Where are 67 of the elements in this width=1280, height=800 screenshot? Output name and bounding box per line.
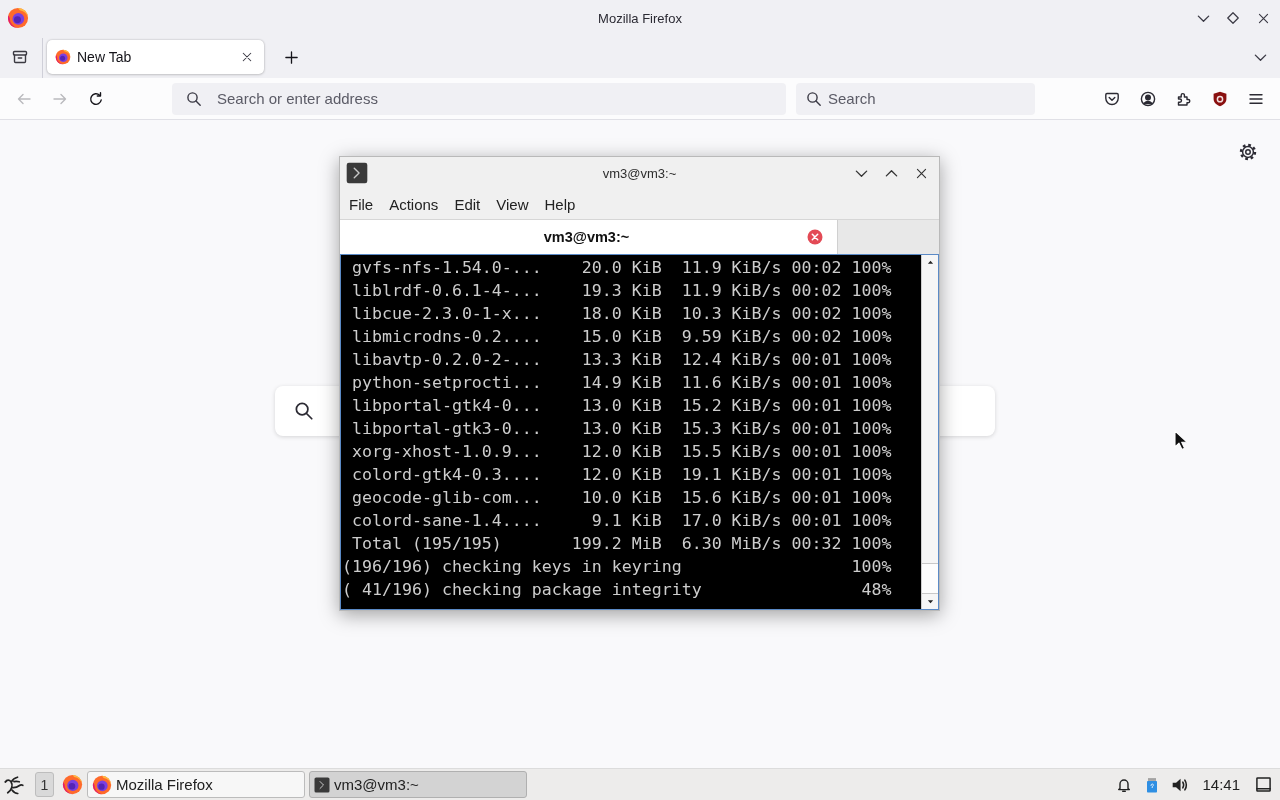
triangle-down-icon: [925, 598, 935, 605]
reload-icon: [88, 90, 104, 107]
bell-icon: [1116, 776, 1133, 793]
terminal-line: colord-gtk4-0.3.... 12.0 KiB 19.1 KiB/s 00:01 100%: [351, 464, 892, 486]
address-placeholder: Search or enter address: [217, 90, 378, 107]
terminal-line: libcue-2.3.0-1-x... 18.0 KiB 10.3 KiB/s 00:02 100%: [351, 303, 892, 325]
drawer-icon: [12, 49, 28, 65]
search-field[interactable]: Search: [796, 82, 1035, 115]
terminal-line: geocode-glib-com... 10.0 KiB 15.6 KiB/s 00:01 100%: [351, 487, 892, 509]
close-icon: [914, 166, 928, 180]
terminal-line: Total (195/195) 199.2 MiB 6.30 MiB/s 00:32 100%: [351, 533, 892, 555]
search-icon: [186, 90, 202, 107]
scrollbar[interactable]: [921, 255, 938, 609]
taskbar-window-button[interactable]: Mozilla Firefox: [87, 771, 305, 798]
search-icon: [806, 90, 822, 107]
search-icon: [294, 401, 314, 421]
terminal-icon: [346, 162, 368, 184]
terminal-line: xorg-xhost-1.0.9... 12.0 KiB 15.5 KiB/s 00:01 100%: [351, 441, 892, 463]
diamond-icon: [1226, 11, 1240, 25]
shield-chevron-icon: [1104, 90, 1120, 107]
browser-tab[interactable]: New Tab: [47, 40, 264, 74]
settings-icon: [1239, 143, 1257, 161]
terminal-tab-label: vm3@vm3:~: [542, 229, 631, 245]
terminal-line: ( 41/196) checking package integrity 48%: [342, 579, 892, 601]
close-icon: [241, 51, 253, 63]
tab-label: New Tab: [77, 49, 133, 65]
search-placeholder: Search: [828, 90, 876, 107]
window-title: Mozilla Firefox: [598, 10, 682, 26]
menu-item[interactable]: Actions: [381, 191, 447, 217]
terminal-line: libportal-gtk4-0... 13.0 KiB 15.2 KiB/s 00:01 100%: [351, 395, 892, 417]
account-icon: [1140, 90, 1156, 107]
menu-item[interactable]: View: [488, 191, 537, 217]
scroll-thumb[interactable]: [922, 563, 938, 594]
terminal-line: libportal-gtk3-0... 13.0 KiB 15.3 KiB/s 00:01 100%: [351, 418, 892, 440]
browser-launcher[interactable]: [61, 772, 83, 797]
bird-icon: [4, 774, 24, 795]
terminal-line: gvfs-nfs-1.54.0-... 20.0 KiB 11.9 KiB/s 00:02 100%: [351, 257, 892, 279]
browser-logo-icon: [55, 49, 71, 65]
terminal-line: libavtp-0.2.0-2-... 13.3 KiB 12.4 KiB/s 00:01 100%: [351, 349, 892, 371]
terminal-line: python-setprocti... 14.9 KiB 11.6 KiB/s 00:01 100%: [351, 372, 892, 394]
address-field[interactable]: Search or enter address: [172, 82, 786, 115]
terminal-title: vm3@vm3:~: [602, 165, 677, 181]
terminal-line: (196/196) checking keys in keyring 100%: [342, 556, 892, 578]
terminal-tab[interactable]: vm3@vm3:~: [340, 220, 838, 254]
plus-icon: [283, 49, 299, 65]
menu-item[interactable]: Help: [536, 191, 584, 217]
show-desktop-icon: [1254, 776, 1272, 793]
clock[interactable]: 14:41: [1199, 776, 1244, 793]
cursor-icon: [1174, 430, 1188, 450]
terminal-line: liblrdf-0.6.1-4-... 19.3 KiB 11.9 KiB/s 00:02 100%: [351, 280, 892, 302]
tab-close-button[interactable]: [807, 229, 823, 245]
shield-icon: [1212, 90, 1228, 107]
menu-item[interactable]: File: [341, 191, 382, 217]
puzzle-icon: [1176, 90, 1192, 107]
workspace-button[interactable]: 1: [35, 772, 54, 797]
terminal-icon: [314, 776, 330, 793]
close-icon: [1256, 11, 1270, 25]
settings-button[interactable]: [1238, 142, 1258, 162]
triangle-up-icon: [925, 259, 935, 266]
browser-logo-icon: [7, 7, 29, 29]
menu-item[interactable]: Edit: [446, 191, 489, 217]
browser-logo-icon: [61, 774, 83, 795]
terminal-line: libmicrodns-0.2.... 15.0 KiB 9.59 KiB/s 00:02 100%: [351, 326, 892, 348]
terminal-line: colord-sane-1.4.... 9.1 KiB 17.0 KiB/s 00:01 100%: [351, 510, 892, 532]
close-icon: [807, 229, 823, 245]
taskbar-window-button[interactable]: vm3@vm3:~: [309, 771, 527, 798]
browser-logo-icon: [92, 774, 112, 795]
